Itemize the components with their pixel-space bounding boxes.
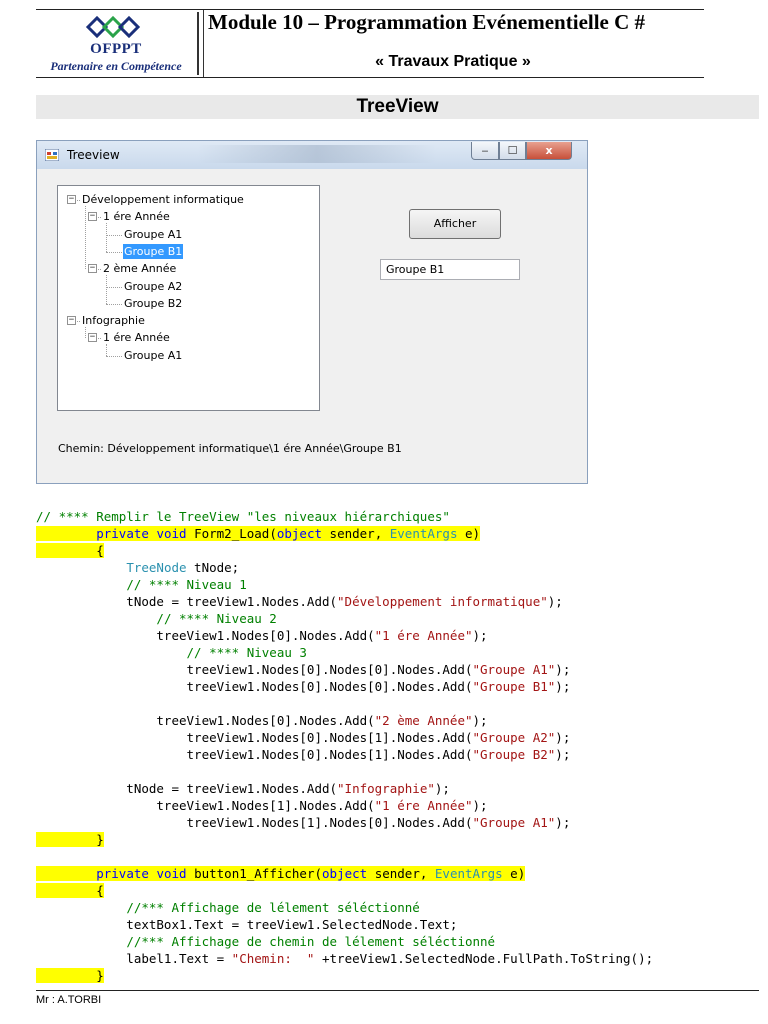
titlebar-blur [197,145,437,163]
tree-connector [106,286,122,288]
tree-node[interactable]: Développement informatique [81,192,245,207]
tree-node[interactable]: Groupe A1 [123,348,183,363]
footer-author: Mr : A.TORBI [36,994,102,1006]
afficher-button[interactable]: Afficher [409,209,501,239]
header-divider [203,10,204,77]
tree-connector [98,217,101,219]
tree-node[interactable]: Groupe A2 [123,279,183,294]
tree-connector [106,234,122,236]
code-line: TreeNode tNode; [126,560,240,575]
code-line: } [36,967,104,984]
window-title: Treeview [67,148,120,162]
footer-rule [36,990,759,991]
collapse-toggle-icon[interactable]: − [88,212,97,222]
code-line: // **** Remplir le TreeView "les niveaux… [36,509,450,524]
code-line: // **** Niveau 3 [186,645,307,660]
tree-node[interactable]: 2 ème Année [102,261,177,276]
code-line: private void button1_Afficher(object sen… [36,865,526,882]
code-line: treeView1.Nodes[1].Nodes.Add("1 ére Anné… [36,798,488,813]
tree-connector [98,338,101,340]
tree-view[interactable]: − Développement informatique −1 ére Année G… [57,185,320,411]
code-line: } [36,831,104,848]
code-line: tNode = treeView1.Nodes.Add("Infographie… [36,781,450,796]
tree-node[interactable]: Infographie [81,313,146,328]
code-line: // **** Niveau 1 [126,577,247,592]
tree-connector [106,303,122,305]
document-subtitle: « Travaux Pratique » [375,53,531,70]
code-line: treeView1.Nodes[0].Nodes[1].Nodes.Add("G… [36,730,571,745]
code-line: private void Form2_Load(object sender, E… [36,525,481,542]
code-line: treeView1.Nodes[0].Nodes.Add("1 ére Anné… [36,628,488,643]
tree-node[interactable]: Groupe A1 [123,227,183,242]
header-bottom-rule [36,77,704,78]
tree-connector [98,269,101,271]
code-line: // **** Niveau 2 [156,611,277,626]
logo-block: OFPPT Partenaire en Compétence [36,12,199,75]
tree-node[interactable]: 1 ére Année [102,330,171,345]
section-title: TreeView [356,96,439,117]
selected-node-textbox[interactable]: Groupe B1 [380,259,520,280]
close-button[interactable]: x [526,142,572,160]
code-line: //*** Affichage de chemin de lélement sé… [126,934,496,949]
tree-connector [77,321,80,323]
code-line: treeView1.Nodes[0].Nodes[0].Nodes.Add("G… [36,679,571,694]
collapse-toggle-icon[interactable]: − [67,195,76,204]
tree-guide-line [85,206,86,270]
code-line: //*** Affichage de lélement séléctionné [126,900,420,915]
window-titlebar[interactable]: Treeview ‒ ☐ x [37,141,587,169]
collapse-toggle-icon[interactable]: − [88,333,97,343]
code-line: treeView1.Nodes[0].Nodes[1].Nodes.Add("G… [36,747,571,762]
path-label: Chemin: Développement informatique\1 ére… [58,442,402,455]
window-client-area: − Développement informatique −1 ére Année G… [43,169,581,477]
code-line: textBox1.Text = treeView1.SelectedNode.T… [36,917,458,932]
maximize-button[interactable]: ☐ [499,142,526,160]
treeview-window: Treeview ‒ ☐ x − Développement informatiq… [36,140,588,484]
org-tagline: Partenaire en Compétence [50,59,182,73]
collapse-toggle-icon[interactable]: − [67,316,76,326]
tree-connector [106,251,122,253]
code-line: { [36,542,104,559]
tree-guide-line [85,327,86,339]
minimize-button[interactable]: ‒ [471,142,499,160]
code-line: { [36,882,104,899]
org-name: OFPPT [90,41,142,57]
tree-guide-line [106,223,107,252]
tree-connector [77,200,80,201]
form-icon [45,149,59,161]
ofppt-logo-icon [85,15,141,39]
collapse-toggle-icon[interactable]: − [88,264,97,274]
code-line: treeView1.Nodes[0].Nodes[0].Nodes.Add("G… [36,662,571,677]
code-line: tNode = treeView1.Nodes.Add("Développeme… [36,594,563,609]
code-line: treeView1.Nodes[1].Nodes[0].Nodes.Add("G… [36,815,571,830]
tree-node[interactable]: 1 ére Année [102,209,171,224]
tree-node[interactable]: Groupe B2 [123,296,183,311]
code-line: treeView1.Nodes[0].Nodes.Add("2 ème Anné… [36,713,488,728]
module-title: Module 10 – Programmation Evénementielle… [208,10,646,34]
tree-guide-line [106,344,107,356]
tree-connector [106,355,122,357]
tree-node[interactable]: Groupe B1 [123,243,184,259]
tree-guide-line [106,275,107,304]
code-line: label1.Text = "Chemin: " +treeView1.Sele… [36,951,654,966]
